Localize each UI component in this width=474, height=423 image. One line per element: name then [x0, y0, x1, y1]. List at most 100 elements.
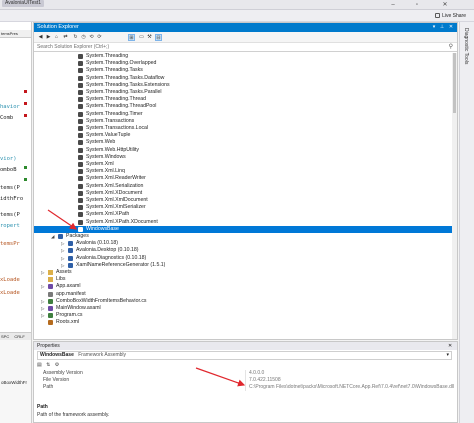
tree-item[interactable]: System.ValueTuple — [34, 132, 457, 139]
properties-icon[interactable]: ⚒ — [146, 34, 153, 41]
live-share-button[interactable]: Live Share — [435, 12, 466, 20]
tree-item-label: System.Xml.XPath.XDocument — [86, 218, 158, 225]
window-position-icon[interactable]: ▾ — [430, 23, 438, 32]
tree-item-label: System.Xml.XDocument — [86, 189, 143, 196]
wrench-icon[interactable]: ⚙ — [55, 362, 59, 368]
tree-item[interactable]: System.Xml.XmlSerializer — [34, 204, 457, 211]
chevron-right-icon[interactable]: ▷ — [41, 269, 44, 276]
tree-item[interactable]: System.Xml.XDocument — [34, 190, 457, 197]
back-icon[interactable]: ◀ — [37, 34, 44, 41]
properties-close-icon[interactable]: ✕ — [448, 342, 452, 350]
chevron-right-icon[interactable]: ▷ — [41, 298, 44, 305]
assembly-icon — [78, 176, 83, 182]
properties-header: Properties ✕ — [34, 342, 457, 350]
forward-icon[interactable]: ▶ — [45, 34, 52, 41]
code-editor[interactable]: temsPres havior Comb vior) omboB tems(P idthF… — [0, 22, 32, 340]
chevron-right-icon[interactable]: ▷ — [61, 240, 64, 247]
code-line: ropert — [0, 223, 20, 229]
tree-item[interactable]: System.Transactions — [34, 118, 457, 125]
tree-item[interactable]: System.Xml.XmlDocument — [34, 197, 457, 204]
chevron-down-icon[interactable]: ◢ — [51, 233, 54, 240]
tree-item[interactable]: app.manifest — [34, 291, 457, 298]
tree-item[interactable]: ▷ XamlNameReferenceGenerator (1.5.1) — [34, 262, 457, 269]
tree-item[interactable]: System.Xml.XPath — [34, 211, 457, 218]
tree-item[interactable]: System.Threading.Overlapped — [34, 60, 457, 67]
tree-item-label: System.Transactions.Local — [86, 125, 149, 131]
tree-item[interactable]: System.Threading.Tasks.Extensions — [34, 82, 457, 89]
switch-views-icon[interactable]: ⇄ — [62, 34, 69, 41]
tree-item[interactable]: System.Windows — [34, 154, 457, 161]
tree-item[interactable]: ▷ Avalonia.Diagnostics (0.10.18) — [34, 255, 457, 262]
vertical-scrollbar[interactable] — [452, 53, 457, 339]
assembly-icon — [78, 140, 83, 146]
alphabetical-icon[interactable]: ⇅ — [46, 362, 50, 368]
tree-item[interactable]: ▷ Assets — [34, 269, 457, 276]
show-all-files-icon[interactable]: ⊞ — [128, 34, 135, 41]
search-input[interactable]: Search Solution Explorer (Ctrl+;) ⚲ — [34, 43, 457, 52]
property-row[interactable]: Assembly Version 4.0.0.0 — [37, 370, 452, 377]
tree-item[interactable]: System.Threading.ThreadPool — [34, 103, 457, 110]
chevron-right-icon[interactable]: ▷ — [41, 283, 44, 290]
tree-item[interactable]: ▷ ComboBoxWidthFromItemsBehavior.cs — [34, 298, 457, 305]
tree-item[interactable]: System.Xml — [34, 161, 457, 168]
preview-icon[interactable]: ⊟ — [155, 34, 162, 41]
chevron-right-icon[interactable]: ▷ — [41, 305, 44, 312]
sync-icon[interactable]: ⟲ — [88, 34, 95, 41]
chevron-right-icon[interactable]: ▷ — [41, 312, 44, 319]
maximize-icon[interactable]: ▫ — [412, 0, 422, 10]
tree-item[interactable]: System.Xml.XPath.XDocument — [34, 219, 457, 226]
pin-icon[interactable]: ⊥ — [438, 23, 446, 32]
tree-item[interactable]: System.Threading.Tasks.Dataflow — [34, 75, 457, 82]
code-line: vior) — [0, 156, 17, 162]
tree-item[interactable]: Libs — [34, 276, 457, 283]
tree-item[interactable]: System.Xml.Linq — [34, 168, 457, 175]
collapse-all-icon[interactable]: ▭ — [138, 34, 145, 41]
tree-item-label: Roots.xml — [56, 319, 80, 326]
tree-item[interactable]: System.Transactions.Local — [34, 125, 457, 132]
code-line: xLoade — [0, 277, 20, 283]
property-row[interactable]: Path C:\Program Files\dotnet\packs\Micro… — [37, 384, 454, 391]
tree-item[interactable]: System.Threading — [34, 53, 457, 60]
pending-changes-icon[interactable]: ↻ — [72, 34, 79, 41]
tree-item[interactable]: System.Web — [34, 139, 457, 146]
property-row[interactable]: File Version 7.0.422.11508 — [37, 377, 452, 384]
close-panel-icon[interactable]: ✕ — [447, 23, 455, 32]
tree-item[interactable]: WindowsBase — [34, 225, 457, 233]
tree-item[interactable]: System.Threading.Timer — [34, 111, 457, 118]
tree-item[interactable]: System.Threading.Tasks — [34, 67, 457, 74]
property-name: Path — [43, 384, 54, 390]
tree-item[interactable]: ▷ Program.cs — [34, 312, 457, 319]
tree-item[interactable]: ▷ App.axaml — [34, 283, 457, 290]
tree-item[interactable]: System.Xml.ReaderWriter — [34, 175, 457, 182]
tree-item[interactable]: ◢ Packages — [34, 233, 457, 240]
editor-dropdown[interactable]: temsPres — [0, 30, 31, 38]
tree-item[interactable]: Roots.xml — [34, 319, 457, 326]
object-selector[interactable]: WindowsBase Framework Assembly ▾ — [37, 351, 452, 360]
chevron-right-icon[interactable]: ▷ — [61, 247, 64, 254]
history-icon[interactable]: ◷ — [80, 34, 87, 41]
diagnostic-tools-tab[interactable]: Diagnostic Tools — [463, 28, 469, 64]
live-share-icon — [435, 13, 441, 19]
code-line: idthFro — [0, 196, 24, 202]
tree-item[interactable]: System.Xml.Serialization — [34, 183, 457, 190]
refresh-icon[interactable]: ⟳ — [96, 34, 103, 41]
tree-item-label: Assets — [56, 269, 72, 275]
tree-item-label: System.Xml.ReaderWriter — [86, 175, 146, 182]
home-icon[interactable]: ⌂ — [53, 34, 60, 41]
xaml-icon — [48, 306, 53, 311]
chevron-right-icon[interactable]: ▷ — [61, 255, 64, 262]
tree-item-label: Packages — [66, 233, 89, 239]
chevron-right-icon[interactable]: ▷ — [61, 262, 64, 269]
package-icon — [68, 241, 73, 247]
tree-item[interactable]: System.Threading.Thread — [34, 96, 457, 103]
tree-item[interactable]: System.Web.HttpUtility — [34, 147, 457, 154]
tree-item[interactable]: ▷ Avalonia.Desktop (0.10.18) — [34, 247, 457, 254]
categorized-icon[interactable]: ▤ — [37, 362, 42, 368]
tree-item[interactable]: ▷ Avalonia (0.10.18) — [34, 240, 457, 247]
scrollbar-thumb[interactable] — [453, 53, 456, 113]
tree-item-label: MainWindow.axaml — [56, 305, 101, 311]
minimize-icon[interactable]: – — [388, 0, 398, 10]
tree-item[interactable]: ▷ MainWindow.axaml — [34, 305, 457, 312]
close-icon[interactable]: ✕ — [440, 0, 450, 10]
tree-item[interactable]: System.Threading.Tasks.Parallel — [34, 89, 457, 96]
